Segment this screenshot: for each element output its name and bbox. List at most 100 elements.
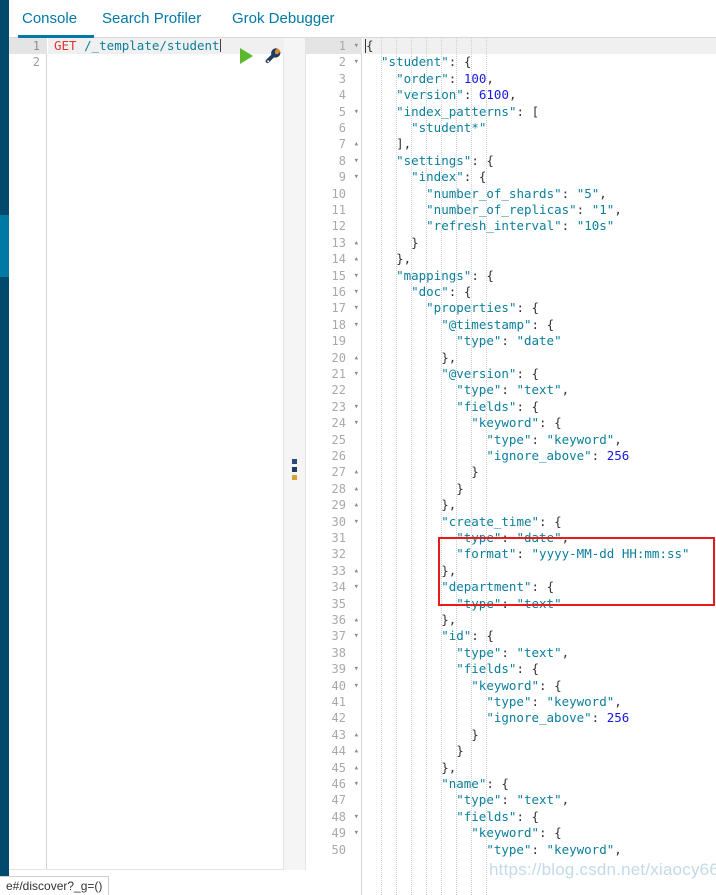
fold-toggle-icon[interactable]: ▴: [354, 612, 359, 628]
fold-toggle-icon[interactable]: ▾: [354, 809, 359, 825]
request-gutter: 1 2: [9, 38, 47, 870]
fold-toggle-icon[interactable]: ▾: [354, 268, 359, 284]
response-code-line: },: [441, 497, 457, 513]
fold-toggle-icon[interactable]: ▾: [354, 415, 359, 431]
fold-toggle-icon[interactable]: ▾: [354, 104, 359, 120]
response-code-line: "settings": {: [396, 152, 494, 168]
response-code-line: "@version": {: [441, 366, 540, 381]
response-code-line: },: [441, 562, 457, 578]
fold-toggle-icon[interactable]: ▴: [354, 743, 359, 759]
response-code-line: "refresh_interval": "10s": [426, 218, 615, 234]
response-code-line: "name": {: [441, 776, 509, 791]
fold-toggle-icon[interactable]: ▴: [354, 464, 359, 480]
fold-toggle-icon[interactable]: ▾: [354, 825, 359, 841]
tab-search-profiler[interactable]: Search Profiler: [102, 0, 201, 38]
response-code-line: {: [366, 38, 374, 53]
response-code-line: },: [441, 759, 457, 775]
response-code-line: ],: [396, 136, 412, 152]
response-gutter: 1 ▾ 2 ▾ 3 4 5 ▾ 6 7 ▴ 8 ▾ 9 ▾ 10 11 12 13 ▴ 14 ▴ 15 ▾ 16 ▾ 17 ▾ 18 ▾ 1…: [306, 38, 362, 895]
response-code-line: "keyword": {: [471, 415, 562, 431]
fold-toggle-icon[interactable]: ▾: [354, 399, 359, 415]
fold-toggle-icon[interactable]: ▾: [354, 514, 359, 530]
response-editor-pane[interactable]: 1 ▾ 2 ▾ 3 4 5 ▾ 6 7 ▴ 8 ▾ 9 ▾ 10 11 12 13 ▴ 14 ▴ 15 ▾ 16 ▾ 17 ▾ 18 ▾ 1…: [306, 38, 716, 895]
response-code-line: "number_of_shards": "5",: [426, 185, 607, 201]
request-options-wrench-icon[interactable]: [264, 46, 284, 66]
fold-toggle-icon[interactable]: ▴: [354, 481, 359, 497]
request-line-1[interactable]: GET /_template/student: [54, 38, 221, 54]
response-code-line: "keyword": {: [471, 825, 562, 841]
response-code-line: "type": "date",: [456, 530, 570, 545]
fold-toggle-icon[interactable]: ▴: [354, 497, 359, 513]
response-code-line: "fields": {: [456, 661, 540, 677]
fold-toggle-icon[interactable]: ▾: [354, 366, 359, 382]
fold-toggle-icon[interactable]: ▴: [354, 563, 359, 579]
response-code-line: "properties": {: [426, 300, 540, 316]
response-text-caret: [365, 39, 366, 53]
fold-toggle-icon[interactable]: ▾: [354, 317, 359, 333]
fold-toggle-icon[interactable]: ▾: [354, 776, 359, 792]
fold-toggle-icon[interactable]: ▾: [354, 579, 359, 595]
fold-toggle-icon[interactable]: ▾: [354, 300, 359, 316]
response-code-line: }: [471, 464, 479, 480]
fold-toggle-icon[interactable]: ▾: [354, 678, 359, 694]
response-code-line: },: [396, 251, 412, 267]
fold-toggle-icon[interactable]: ▾: [354, 169, 359, 185]
response-code-line: "student": {: [381, 54, 472, 70]
fold-toggle-icon[interactable]: ▾: [354, 54, 359, 70]
fold-toggle-icon[interactable]: ▴: [354, 727, 359, 743]
response-code-line: "version": 6100,: [396, 87, 517, 103]
request-line-number: 2: [32, 55, 40, 69]
response-code-line: "fields": {: [456, 808, 540, 824]
editor-splitter[interactable]: [284, 38, 306, 870]
fold-toggle-icon[interactable]: ▾: [354, 661, 359, 677]
pane-bottom-divider: [9, 869, 284, 870]
app-nav-rail-active-indicator[interactable]: [0, 215, 9, 277]
splitter-drag-handle-icon[interactable]: [292, 459, 297, 480]
response-code-line: "type": "text",: [456, 644, 570, 660]
indent-guide: [381, 38, 383, 895]
response-code-line: "format": "yyyy-MM-dd HH:mm:ss": [456, 546, 690, 562]
response-code-line: "fields": {: [456, 398, 540, 414]
fold-toggle-icon[interactable]: ▾: [354, 153, 359, 169]
request-line-number: 1: [32, 39, 40, 53]
response-code-line: "id": {: [441, 628, 494, 644]
response-code-line: },: [441, 612, 457, 627]
response-code-line: }: [471, 726, 479, 742]
text-caret: [219, 39, 221, 52]
tab-console[interactable]: Console: [22, 0, 77, 38]
response-code-line: "number_of_replicas": "1",: [426, 202, 622, 217]
fold-toggle-icon[interactable]: ▾: [354, 38, 359, 54]
kibana-console-window: Console Search Profiler Grok Debugger 1 …: [0, 0, 716, 895]
response-code-line: "mappings": {: [396, 267, 494, 283]
fold-toggle-icon[interactable]: ▴: [354, 350, 359, 366]
response-code-line: "type": "keyword",: [486, 431, 622, 447]
response-code-line: "@timestamp": {: [441, 316, 555, 332]
response-code-line: "type": "date": [456, 333, 562, 349]
request-method: GET: [54, 38, 77, 53]
fold-toggle-icon[interactable]: ▾: [354, 628, 359, 644]
watermark: https://blog.csdn.net/xiaocy66: [489, 860, 716, 879]
request-editor-pane[interactable]: 1 2 GET /_template/student: [9, 38, 284, 870]
fold-toggle-icon[interactable]: ▴: [354, 136, 359, 152]
response-code-line: "student*": [411, 120, 487, 135]
response-code-line: "ignore_above": 256: [486, 448, 630, 463]
tab-grok-debugger[interactable]: Grok Debugger: [232, 0, 335, 38]
response-active-line-highlight: [363, 38, 716, 54]
response-code-line: "index": {: [411, 169, 487, 185]
fold-toggle-icon[interactable]: ▴: [354, 251, 359, 267]
response-code-line: "department": {: [441, 579, 555, 595]
fold-toggle-icon[interactable]: ▴: [354, 235, 359, 251]
fold-toggle-icon[interactable]: ▾: [354, 284, 359, 300]
browser-status-tooltip: e#/discover?_g=(): [0, 876, 110, 895]
request-path: /_template/student: [84, 38, 220, 53]
response-code-line: }: [456, 743, 464, 759]
fold-toggle-icon[interactable]: ▴: [354, 760, 359, 776]
response-code-line: "create_time": {: [441, 513, 562, 529]
request-gutter-active-highlight: [9, 38, 47, 54]
response-code-line: "order": 100,: [396, 70, 494, 86]
response-code-line: "type": "text",: [456, 792, 570, 808]
send-request-play-icon[interactable]: [240, 48, 253, 64]
response-code-line: "index_patterns": [: [396, 103, 540, 119]
response-code-line: },: [441, 349, 457, 365]
response-code-line: "type": "keyword",: [486, 841, 622, 857]
